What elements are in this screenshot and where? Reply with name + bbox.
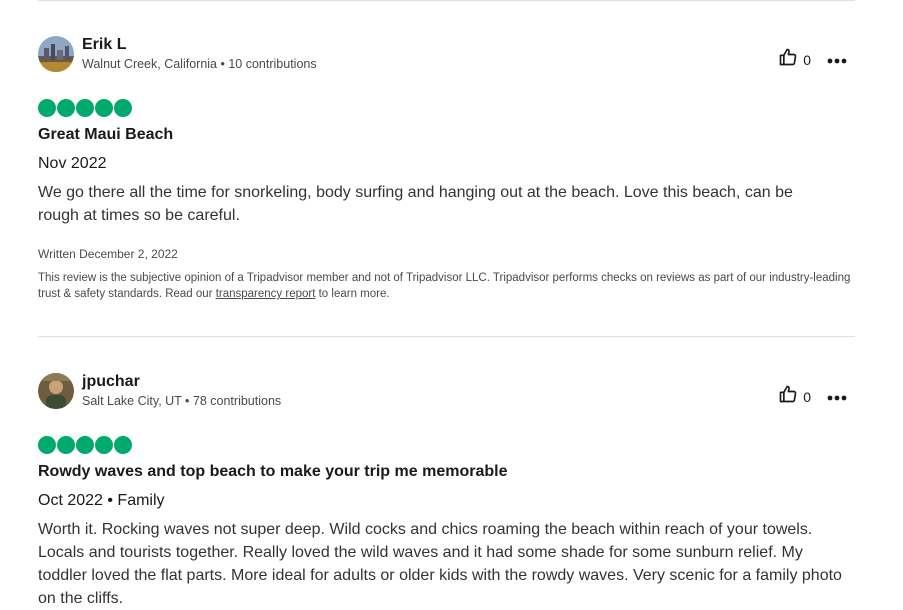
- review-date-of-stay: Oct 2022 • Family: [38, 492, 165, 509]
- reviewer-name[interactable]: Erik L: [82, 36, 126, 54]
- rating-bubbles: [38, 436, 132, 454]
- review-text: We go there all the time for snorkeling,…: [38, 184, 793, 224]
- helpful-vote-count: 0: [803, 51, 811, 68]
- review-divider: [38, 336, 855, 337]
- reviewer-contributions: 10 contributions: [228, 57, 317, 71]
- rating-bubble-filled: [95, 99, 113, 117]
- helpful-vote-count: 0: [803, 388, 811, 405]
- review-title[interactable]: Rowdy waves and top beach to make your t…: [38, 463, 507, 481]
- meta-separator: •: [217, 57, 229, 71]
- review-actions: 0: [778, 47, 847, 72]
- reviewer-location: Salt Lake City, UT: [82, 394, 182, 408]
- rating-bubble-filled: [114, 436, 132, 454]
- thumbs-up-icon: [778, 384, 798, 409]
- more-options-icon: [827, 388, 847, 406]
- rating-bubble-filled: [38, 436, 56, 454]
- review-card: jpuchar Salt Lake City, UT • 78 contribu…: [38, 373, 855, 607]
- rating-bubble-filled: [38, 99, 56, 117]
- rating-bubble-filled: [57, 436, 75, 454]
- rating-bubble-filled: [57, 99, 75, 117]
- avatar[interactable]: [38, 36, 74, 72]
- review-title[interactable]: Great Maui Beach: [38, 126, 173, 144]
- review-written-date: Written December 2, 2022: [38, 247, 178, 261]
- review-card: Erik L Walnut Creek, California • 10 con…: [38, 36, 855, 300]
- reviewer-meta: Walnut Creek, California • 10 contributi…: [82, 57, 317, 71]
- transparency-report-link[interactable]: transparency report: [216, 288, 316, 300]
- thumbs-up-icon: [778, 47, 798, 72]
- review-user-row: jpuchar Salt Lake City, UT • 78 contribu…: [38, 373, 855, 413]
- more-options-button[interactable]: [827, 388, 847, 406]
- review-disclaimer: This review is the subjective opinion of…: [38, 270, 853, 302]
- rating-bubble-filled: [114, 99, 132, 117]
- review-date-of-stay: Nov 2022: [38, 155, 107, 172]
- avatar[interactable]: [38, 373, 74, 409]
- reviewer-name[interactable]: jpuchar: [82, 373, 140, 391]
- helpful-vote-button[interactable]: 0: [778, 47, 811, 72]
- meta-separator: •: [181, 394, 193, 408]
- review-text: Worth it. Rocking waves not super deep. …: [38, 521, 842, 607]
- review-user-row: Erik L Walnut Creek, California • 10 con…: [38, 36, 855, 76]
- helpful-vote-button[interactable]: 0: [778, 384, 811, 409]
- more-options-icon: [827, 51, 847, 69]
- rating-bubble-filled: [95, 436, 113, 454]
- disclaimer-text-end: to learn more.: [315, 288, 390, 300]
- reviewer-location: Walnut Creek, California: [82, 57, 218, 71]
- reviewer-meta: Salt Lake City, UT • 78 contributions: [82, 394, 281, 408]
- more-options-button[interactable]: [827, 51, 847, 69]
- review-actions: 0: [778, 384, 847, 409]
- disclaimer-text: This review is the subjective opinion of…: [38, 272, 851, 300]
- top-divider: [38, 0, 855, 1]
- rating-bubble-filled: [76, 436, 94, 454]
- reviewer-contributions: 78 contributions: [192, 394, 282, 408]
- rating-bubbles: [38, 99, 132, 117]
- rating-bubble-filled: [76, 99, 94, 117]
